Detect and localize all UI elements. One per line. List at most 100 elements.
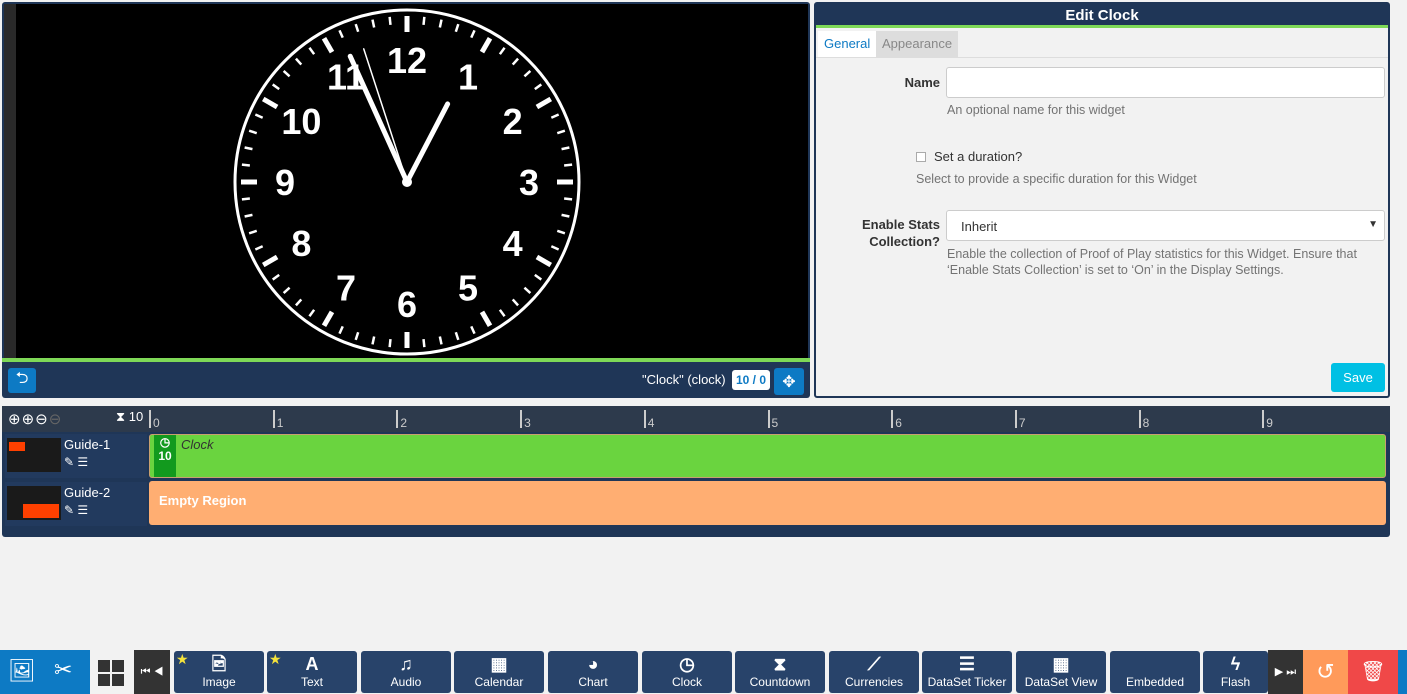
list-icon[interactable]: ☰: [77, 503, 88, 517]
library-icon[interactable]: 🖼: [8, 658, 36, 684]
region-header-guide-2[interactable]: Guide-2 ✎ ☰: [5, 482, 147, 526]
stats-label: Enable Stats: [861, 217, 940, 232]
widget-clock[interactable]: ◷ 10 Clock: [149, 434, 1386, 478]
widget-button-dataset-ticker[interactable]: ☰ DataSet Ticker: [922, 651, 1012, 693]
widget-button-label: Currencies: [844, 675, 904, 689]
timeline-tick: 9: [1262, 410, 1273, 430]
clock-tick: [321, 310, 335, 328]
move-button[interactable]: ✥: [774, 368, 804, 395]
name-input[interactable]: [946, 67, 1385, 98]
widget-button-audio[interactable]: ♫ Audio: [361, 651, 451, 693]
clock-tick: [282, 286, 291, 295]
duration-label: Set a duration?: [934, 149, 1023, 164]
widget-button-flash[interactable]: ϟ Flash: [1203, 651, 1268, 693]
clock-tick: [371, 336, 376, 345]
tools-icon[interactable]: ✂: [54, 657, 72, 683]
name-help: An optional name for this widget: [947, 103, 1125, 117]
zoom-out-icon[interactable]: ⊖: [49, 411, 63, 428]
hourglass-icon: ⧗: [116, 409, 126, 424]
empty-region[interactable]: Empty Region: [149, 481, 1386, 525]
tab-general[interactable]: General: [818, 31, 877, 57]
edit-icon[interactable]: ✎: [64, 455, 74, 469]
timeline-tick: 0: [149, 410, 160, 430]
clock-tick: [422, 16, 426, 25]
timeline-tick: 5: [767, 410, 778, 430]
widget-button-embedded[interactable]: Embedded: [1110, 651, 1200, 693]
widget-button-calendar[interactable]: ▦ Calendar: [454, 651, 544, 693]
widget-button-dataset-view[interactable]: ▦ DataSet View: [1016, 651, 1106, 693]
clock-tick: [511, 298, 520, 307]
stats-label-2: Collection?: [869, 234, 940, 249]
clock-tick: [338, 325, 344, 335]
timeline: ⊕⊕⊖⊖ ⧗ 10 0123456789 Guide-1 ✎ ☰ ◷ 10 Clo…: [2, 406, 1390, 537]
timeline-tick: 2: [396, 410, 407, 430]
clock-tick: [564, 197, 573, 201]
edit-icon[interactable]: ✎: [64, 503, 74, 517]
clock-number: 9: [275, 162, 295, 203]
timeline-tick: 4: [643, 410, 654, 430]
clock-tick: [308, 46, 316, 55]
clock-tick: [561, 213, 570, 218]
clock-tick: [561, 146, 570, 151]
clock-icon: ◷: [679, 654, 695, 674]
region-thumbnail: [7, 486, 61, 520]
scroll-left-button[interactable]: ⏮ ◀: [134, 650, 170, 694]
clock-tick: [422, 339, 426, 348]
save-button[interactable]: Save: [1331, 363, 1385, 392]
widget-button-image[interactable]: ★ 🖻 Image: [174, 651, 264, 693]
clock-number: 3: [519, 162, 539, 203]
clock-tick: [388, 339, 392, 348]
layout-preview: 12 1 2 3 4 5 6 7 8 9 10 11 ⮌ "Clock" (clock) 10 / 0…: [2, 2, 810, 398]
preview-stage: 12 1 2 3 4 5 6 7 8 9 10 11: [4, 4, 808, 358]
widget-button-clock[interactable]: ◷ Clock: [642, 651, 732, 693]
clock-tick: [438, 336, 443, 345]
delete-button[interactable]: 🗑: [1348, 650, 1398, 694]
line-chart-icon: ⟋: [867, 654, 881, 674]
timeline-tick: 6: [891, 410, 902, 430]
tab-appearance[interactable]: Appearance: [876, 31, 959, 57]
audio-icon: ♫: [399, 654, 413, 674]
widget-button-label: Flash: [1220, 675, 1251, 689]
clock-number: 4: [503, 223, 523, 264]
zoom-in-icon[interactable]: ⊕: [8, 411, 22, 428]
clock-tick: [294, 298, 303, 307]
widget-button-text[interactable]: ★ A Text: [267, 651, 357, 693]
zoom-fit-icon[interactable]: ⊕: [22, 411, 36, 428]
region-name: Guide-1: [64, 437, 111, 452]
name-label: Name: [904, 75, 940, 90]
layout-icon[interactable]: [98, 660, 124, 686]
undo-button[interactable]: ↺: [1303, 650, 1348, 694]
hour-hand: [404, 101, 451, 185]
widget-button-currencies[interactable]: ⟋ Currencies: [829, 651, 919, 693]
zoom-controls: ⊕⊕⊖⊖: [8, 410, 62, 428]
widget-button-label: Countdown: [749, 675, 811, 689]
widget-button-chart[interactable]: ◕ Chart: [548, 651, 638, 693]
clock-tick: [294, 57, 303, 66]
zoom-reset-icon[interactable]: ⊖: [35, 411, 49, 428]
region-header-guide-1[interactable]: Guide-1 ✎ ☰: [5, 434, 147, 478]
clock-tick: [564, 163, 573, 167]
undo-icon: ↺: [1316, 659, 1335, 684]
scroll-right-button[interactable]: ▶ ⏭: [1268, 650, 1303, 694]
clock-tick: [371, 19, 376, 28]
timeline-tick: 8: [1138, 410, 1149, 430]
widget-label: "Clock" (clock): [642, 372, 726, 387]
clock-tick: [254, 245, 264, 251]
widget-button-countdown[interactable]: ⧗ Countdown: [735, 651, 825, 693]
trash-icon: 🗑: [1360, 661, 1386, 683]
stats-help: Enable the collection of Proof of Play s…: [947, 247, 1357, 277]
edit-panel: Edit Clock General Appearance Name An op…: [814, 2, 1390, 398]
clock-tick: [498, 309, 506, 318]
pie-chart-icon: ◕: [587, 654, 599, 674]
duration-checkbox[interactable]: [916, 152, 926, 162]
clock-number: 2: [503, 101, 523, 142]
widget-button-label: Chart: [578, 675, 608, 689]
stats-select[interactable]: Inherit ▼: [946, 210, 1385, 241]
clock-number: 8: [291, 223, 311, 264]
timeline-tick: 1: [272, 410, 283, 430]
clock-tick: [454, 23, 460, 33]
list-icon[interactable]: ☰: [77, 455, 88, 469]
back-button[interactable]: ⮌: [8, 368, 36, 393]
hourglass-icon: ⧗: [773, 654, 787, 674]
widget-name: Clock: [181, 437, 214, 452]
